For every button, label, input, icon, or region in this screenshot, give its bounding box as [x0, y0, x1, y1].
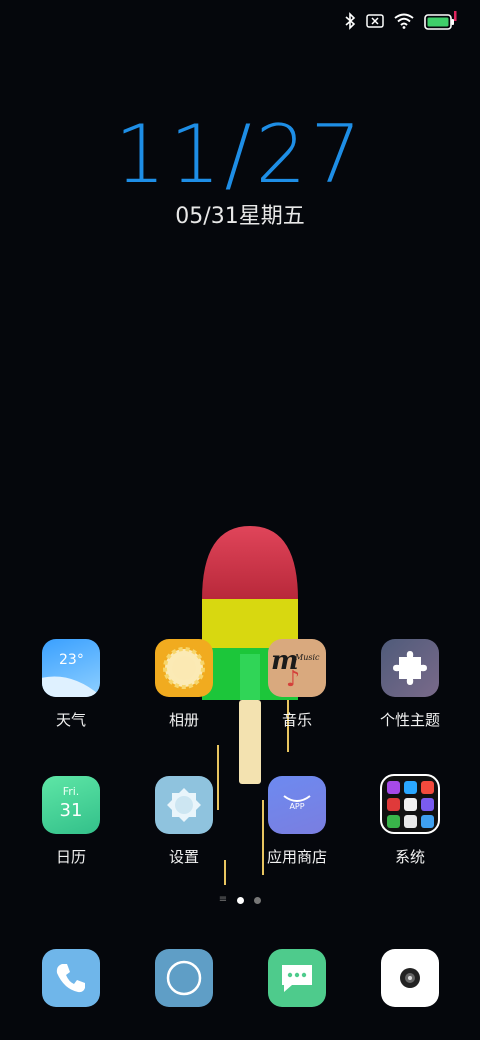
page-indicator-menu-icon: ≡: [218, 894, 228, 905]
theme-puzzle-icon: [381, 639, 439, 697]
calendar-day: Fri.: [62, 785, 80, 798]
app-weather[interactable]: 23° 天气: [26, 639, 116, 730]
bluetooth-icon: [344, 12, 356, 30]
dock-messages[interactable]: [268, 949, 326, 1007]
status-bar: [344, 10, 458, 32]
app-label: 天气: [55, 711, 86, 729]
app-label: 个性主题: [379, 711, 440, 729]
dock-browser[interactable]: [155, 949, 213, 1007]
app-label: 应用商店: [266, 848, 327, 866]
photos-icon: [155, 639, 213, 697]
app-calendar[interactable]: Fri. 31 日历: [26, 776, 116, 867]
battery-icon: [424, 11, 458, 31]
app-themes[interactable]: 个性主题: [365, 639, 455, 730]
weather-temp: 23°: [59, 652, 84, 668]
app-store[interactable]: APP 应用商店: [252, 776, 342, 867]
app-store-text: APP: [289, 802, 305, 811]
phone-icon: [42, 949, 100, 1007]
folder-system[interactable]: 系统: [365, 774, 455, 867]
weather-icon: 23°: [42, 639, 100, 697]
app-label: 系统: [394, 848, 425, 866]
clock-date: 05/31星期五: [175, 204, 305, 229]
clock-time[interactable]: 11/27: [0, 108, 480, 201]
camera-icon: [381, 949, 439, 1007]
page-indicator[interactable]: ≡: [0, 894, 480, 905]
browser-icon: [155, 949, 213, 1007]
page-dot: [254, 896, 262, 904]
page-dot-current: [237, 896, 245, 904]
app-label: 日历: [55, 848, 86, 866]
wifi-icon: [394, 13, 414, 29]
calendar-date: 31: [59, 800, 83, 821]
dock-phone[interactable]: [42, 949, 100, 1007]
app-store-icon: APP: [268, 776, 326, 834]
app-music[interactable]: m Music ♪ 音乐: [252, 639, 342, 730]
app-label: 相册: [168, 711, 199, 729]
app-settings[interactable]: 设置: [139, 776, 229, 867]
messages-icon: [268, 949, 326, 1007]
note-glyph: ♪: [286, 667, 301, 692]
music-icon-text: Music: [295, 653, 320, 662]
app-label: 音乐: [281, 711, 312, 729]
system-folder-icon: [380, 774, 440, 834]
music-icon: m Music ♪: [268, 639, 326, 697]
app-label: 设置: [168, 848, 199, 866]
app-photos[interactable]: 相册: [139, 639, 229, 730]
dock-camera[interactable]: [381, 949, 439, 1007]
settings-icon: [155, 776, 213, 834]
no-sim-icon: [366, 14, 384, 28]
calendar-icon: Fri. 31: [42, 776, 100, 834]
